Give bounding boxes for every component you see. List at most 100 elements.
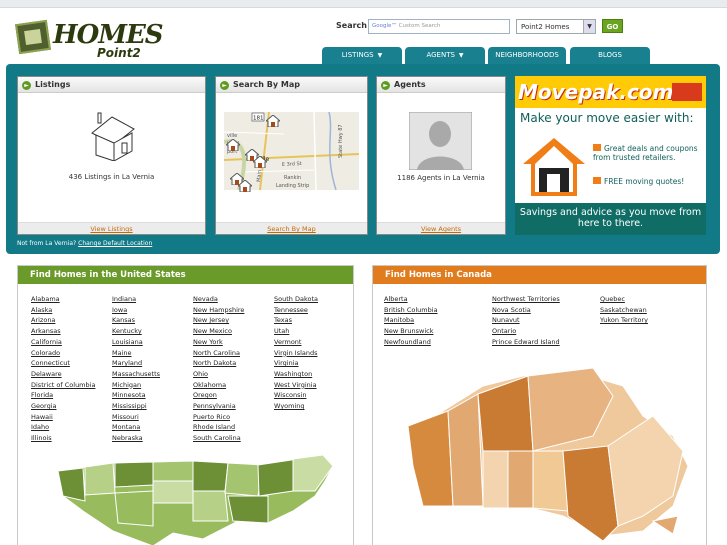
canada-section-title: Find Homes in Canada [373, 266, 706, 284]
state-link[interactable]: Arkansas [31, 326, 111, 337]
state-link[interactable]: Idaho [31, 422, 111, 433]
state-link[interactable]: Kansas [112, 315, 192, 326]
site-select[interactable]: Point2 Homes ▼ [516, 19, 596, 34]
us-states-col-3: Nevada New Hampshire New Jersey New Mexico N… [193, 294, 273, 444]
state-link[interactable]: Washington [274, 369, 354, 380]
listing-marker-icon[interactable] [253, 156, 267, 168]
state-link[interactable]: Hawaii [31, 412, 111, 423]
tab-listings[interactable]: LISTINGS ▼ [322, 47, 402, 64]
box-icon [593, 177, 601, 184]
arrow-right-icon: ► [381, 81, 390, 90]
state-link[interactable]: Florida [31, 390, 111, 401]
state-link[interactable]: North Carolina [193, 348, 273, 359]
tab-neighborhoods[interactable]: NEIGHBORHOODS [488, 47, 566, 64]
state-link[interactable]: Wisconsin [274, 390, 354, 401]
ad-footer: Savings and advice as you move from here… [519, 207, 702, 229]
state-link[interactable]: Arizona [31, 315, 111, 326]
state-link[interactable]: Colorado [31, 348, 111, 359]
state-link[interactable]: Nevada [193, 294, 273, 305]
search-by-map-link[interactable]: Search By Map [216, 222, 367, 234]
homes-point2-logo[interactable]: HOMES Point2 [15, 18, 164, 60]
canada-map[interactable] [403, 356, 693, 545]
state-link[interactable]: New Jersey [193, 315, 273, 326]
search-input[interactable]: Google™ Custom Search [368, 19, 510, 34]
movepak-ad[interactable]: Movepak.com Make your move easier with: … [515, 76, 706, 235]
state-link[interactable]: Montana [112, 422, 192, 433]
ad-body: Make your move easier with: Great deals … [515, 108, 706, 203]
state-link[interactable]: Tennessee [274, 305, 354, 316]
state-link[interactable]: Virginia [274, 358, 354, 369]
state-link[interactable]: Maine [112, 348, 192, 359]
state-link[interactable]: California [31, 337, 111, 348]
state-link[interactable]: Pennsylvania [193, 401, 273, 412]
province-link[interactable]: Yukon Territory [600, 315, 700, 326]
go-button[interactable]: GO [602, 19, 623, 33]
state-link[interactable]: Virgin Islands [274, 348, 354, 359]
province-link[interactable]: Newfoundland [384, 337, 484, 348]
state-link[interactable]: West Virginia [274, 380, 354, 391]
state-link[interactable]: Louisiana [112, 337, 192, 348]
listing-marker-icon[interactable] [226, 139, 240, 151]
state-link[interactable]: Connecticut [31, 358, 111, 369]
province-link[interactable]: Quebec [600, 294, 700, 305]
state-link[interactable]: South Carolina [193, 433, 273, 444]
view-listings-link[interactable]: View Listings [18, 222, 205, 234]
state-link[interactable]: Michigan [112, 380, 192, 391]
state-link[interactable]: South Dakota [274, 294, 354, 305]
agent-avatar-placeholder-icon [409, 112, 472, 170]
state-link[interactable]: North Dakota [193, 358, 273, 369]
state-link[interactable]: Nebraska [112, 433, 192, 444]
province-link[interactable]: New Brunswick [384, 326, 484, 337]
listing-marker-icon[interactable] [238, 180, 252, 192]
state-link[interactable]: Rhode Island [193, 422, 273, 433]
search-by-map-panel: ►Search By Map ville ional port E 3rd St… [215, 76, 368, 235]
state-link[interactable]: District of Columbia [31, 380, 111, 391]
arrow-right-icon: ► [220, 81, 229, 90]
state-link[interactable]: Indiana [112, 294, 192, 305]
state-link[interactable]: New Mexico [193, 326, 273, 337]
state-link[interactable]: Kentucky [112, 326, 192, 337]
state-link[interactable]: Missouri [112, 412, 192, 423]
state-link[interactable]: Vermont [274, 337, 354, 348]
province-link[interactable]: Northwest Territories [492, 294, 592, 305]
state-link[interactable]: Puerto Rico [193, 412, 273, 423]
province-link[interactable]: Nova Scotia [492, 305, 592, 316]
view-agents-link[interactable]: View Agents [377, 222, 505, 234]
state-link[interactable]: Massachusetts [112, 369, 192, 380]
province-link[interactable]: Alberta [384, 294, 484, 305]
top-bar [0, 0, 727, 8]
state-link[interactable]: Texas [274, 315, 354, 326]
state-link[interactable]: New Hampshire [193, 305, 273, 316]
province-link[interactable]: Ontario [492, 326, 592, 337]
province-link[interactable]: Nunavut [492, 315, 592, 326]
province-link[interactable]: Saskatchewan [600, 305, 700, 316]
state-link[interactable]: New York [193, 337, 273, 348]
chevron-down-icon: ▼ [458, 52, 464, 59]
tab-blogs[interactable]: BLOGS [570, 47, 650, 64]
site-select-value: Point2 Homes [521, 23, 570, 31]
state-link[interactable]: Utah [274, 326, 354, 337]
state-link[interactable]: Ohio [193, 369, 273, 380]
state-link[interactable]: Alaska [31, 305, 111, 316]
tab-agents[interactable]: AGENTS ▼ [405, 47, 485, 64]
state-link[interactable]: Iowa [112, 305, 192, 316]
state-link[interactable]: Delaware [31, 369, 111, 380]
state-link[interactable]: Wyoming [274, 401, 354, 412]
state-link[interactable]: Mississippi [112, 401, 192, 412]
province-link[interactable]: Manitoba [384, 315, 484, 326]
us-map[interactable] [53, 451, 338, 545]
state-link[interactable]: Minnesota [112, 390, 192, 401]
province-link[interactable]: Prince Edward Island [492, 337, 592, 348]
state-link[interactable]: Oregon [193, 390, 273, 401]
listing-marker-icon[interactable] [266, 115, 280, 127]
ad-headline: Make your move easier with: [520, 111, 694, 125]
state-link[interactable]: Oklahoma [193, 380, 273, 391]
state-link[interactable]: Maryland [112, 358, 192, 369]
province-link[interactable]: British Columbia [384, 305, 484, 316]
state-link[interactable]: Georgia [31, 401, 111, 412]
state-link[interactable]: Illinois [31, 433, 111, 444]
state-link[interactable]: Alabama [31, 294, 111, 305]
ad-bullet: Great deals and coupons from trusted ret… [593, 144, 698, 162]
change-location-link[interactable]: Change Default Location [78, 240, 152, 247]
search-label: Search [336, 21, 367, 30]
